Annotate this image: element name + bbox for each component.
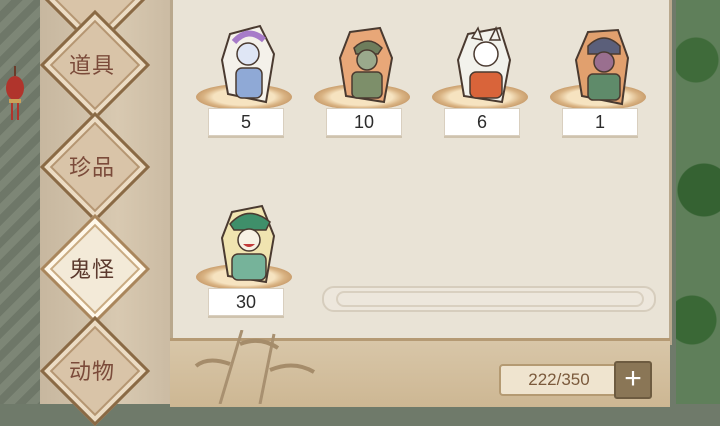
ghost-lady-blue-icon	[220, 24, 276, 104]
lantern-icon	[6, 66, 24, 120]
item-count: 1	[562, 108, 638, 136]
tab-label: 道具	[68, 53, 115, 78]
item-count: 30	[208, 288, 284, 316]
scene-background-right	[676, 0, 720, 404]
inventory-slot[interactable]: 1	[546, 24, 656, 169]
ghost-masked-warrior-icon	[574, 28, 630, 106]
tab-label: 鬼怪	[68, 257, 115, 282]
item-count: 10	[326, 108, 402, 136]
ghost-green-hat-icon	[220, 204, 276, 284]
tab-label: 珍品	[68, 155, 115, 180]
inventory-slot[interactable]: 30	[192, 204, 302, 349]
item-count: 6	[444, 108, 520, 136]
inventory-slot[interactable]: 5	[192, 24, 302, 169]
ghost-jiangshi-icon	[338, 26, 394, 104]
ghost-cat-spirit-icon	[456, 26, 512, 104]
tab-label: 动物	[68, 359, 115, 384]
scrollbar-track	[336, 291, 644, 307]
horizontal-scrollbar[interactable]	[322, 286, 656, 312]
category-sidebar: 道具 珍品 鬼怪 动物	[39, 0, 170, 426]
item-count: 5	[208, 108, 284, 136]
inventory-slot[interactable]: 6	[428, 24, 538, 169]
inventory-slot[interactable]: 10	[310, 24, 420, 169]
tab-treasures[interactable]: 珍品	[34, 111, 154, 223]
capacity-display: 222/350	[499, 364, 619, 396]
tab-animals[interactable]: 动物	[34, 315, 154, 426]
tab-ghosts[interactable]: 鬼怪	[34, 213, 154, 325]
tab-items[interactable]: 道具	[34, 9, 154, 121]
add-capacity-button[interactable]: +	[614, 361, 652, 399]
bamboo-decoration-icon	[194, 330, 316, 404]
